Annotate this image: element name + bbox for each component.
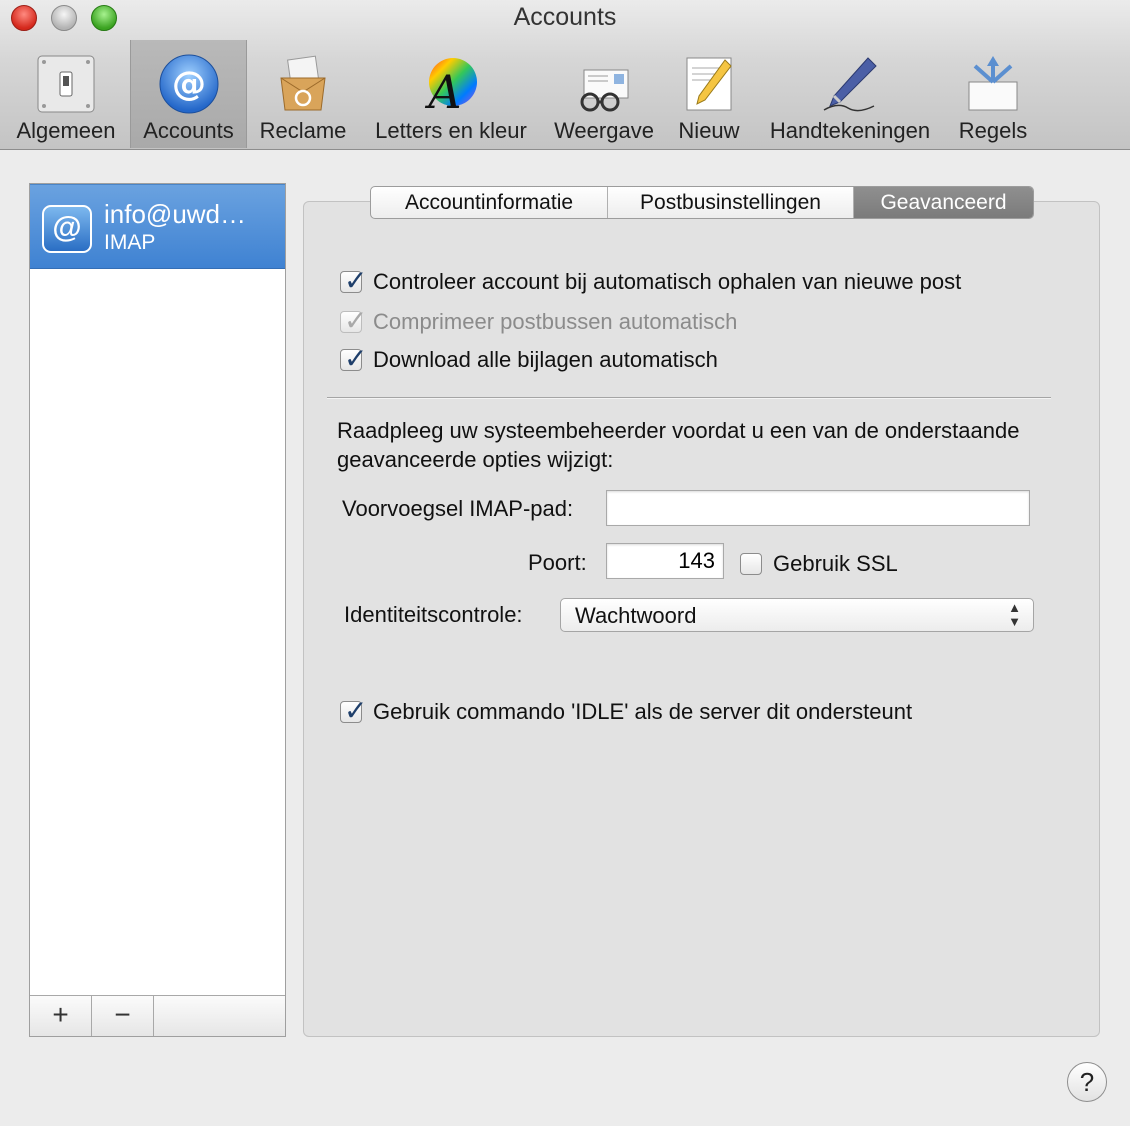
toolbar-item-accounts[interactable]: @ Accounts: [130, 40, 247, 148]
select-value: Wachtwoord: [575, 603, 697, 628]
svg-text:@: @: [172, 64, 206, 104]
toolbar-item-regels[interactable]: Regels: [950, 40, 1036, 148]
updown-arrows-icon: ▲ ▼: [1008, 600, 1021, 629]
window-title: Accounts: [513, 3, 617, 31]
download-attachments-option[interactable]: ✓ Download alle bijlagen automatisch: [340, 343, 718, 374]
toolbar-label: Handtekeningen: [769, 118, 931, 143]
checkbox[interactable]: [740, 553, 762, 575]
checkmark-icon: ✓: [344, 695, 368, 726]
at-sign-icon: @: [157, 52, 221, 116]
window-titlebar: Accounts Algemeen @ Accounts Reclame A L…: [0, 0, 1130, 150]
account-type: IMAP: [104, 231, 156, 254]
help-button[interactable]: ?: [1067, 1062, 1107, 1102]
option-label: Gebruik SSL: [773, 551, 898, 576]
separator: [327, 397, 1051, 399]
checkmark-icon: ✓: [344, 305, 368, 336]
use-ssl-option[interactable]: Gebruik SSL: [740, 551, 898, 577]
tab-postbusinstellingen[interactable]: Postbusinstellingen: [608, 187, 854, 218]
checkbox[interactable]: ✓: [340, 695, 367, 726]
toolbar-item-nieuw[interactable]: Nieuw: [668, 40, 750, 148]
checkmark-icon: ✓: [344, 265, 368, 296]
check-account-option[interactable]: ✓ Controleer account bij automatisch oph…: [340, 265, 962, 296]
account-list-item[interactable]: @ info@uwd… IMAP: [30, 184, 285, 269]
account-list-footer: + −: [30, 995, 285, 1036]
switch-icon: [34, 52, 98, 116]
at-sign-icon: @: [42, 205, 92, 253]
tab-bar: Accountinformatie Postbusinstellingen Ge…: [370, 186, 1034, 219]
toolbar-label: Letters en kleur: [375, 118, 527, 143]
checkbox[interactable]: ✓: [340, 265, 367, 296]
toolbar-item-algemeen[interactable]: Algemeen: [5, 40, 127, 148]
rules-arrows-icon: [961, 52, 1025, 116]
toolbar-item-letters-en-kleur[interactable]: A Letters en kleur: [362, 40, 540, 148]
toolbar-label: Weergave: [554, 118, 654, 143]
port-input[interactable]: [606, 543, 724, 579]
option-label: Controleer account bij automatisch ophal…: [373, 269, 962, 294]
compact-mailboxes-option: ✓ Comprimeer postbussen automatisch: [340, 305, 738, 336]
toolbar-label: Accounts: [143, 118, 234, 143]
toolbar-label: Algemeen: [16, 118, 116, 143]
option-label: Comprimeer postbussen automatisch: [373, 309, 738, 334]
toolbar-item-weergave[interactable]: Weergave: [548, 40, 660, 148]
use-idle-option[interactable]: ✓ Gebruik commando 'IDLE' als de server …: [340, 695, 913, 726]
remove-account-button[interactable]: −: [92, 996, 154, 1036]
junk-mail-icon: [271, 52, 335, 116]
toolbar-item-handtekeningen[interactable]: Handtekeningen: [758, 40, 942, 148]
checkbox: ✓: [340, 305, 367, 336]
authentication-label: Identiteitscontrole:: [344, 602, 523, 627]
imap-prefix-input[interactable]: [606, 490, 1030, 526]
account-name: info@uwd…: [104, 199, 247, 229]
authentication-select[interactable]: Wachtwoord ▲ ▼: [560, 598, 1034, 632]
option-label: Gebruik commando 'IDLE' als de server di…: [373, 699, 913, 724]
toolbar-item-reclame[interactable]: Reclame: [252, 40, 354, 148]
font-color-icon: A: [419, 52, 483, 119]
checkbox[interactable]: ✓: [340, 343, 367, 374]
option-label: Download alle bijlagen automatisch: [373, 347, 718, 372]
account-list[interactable]: @ info@uwd… IMAP + −: [29, 183, 286, 1037]
viewing-glasses-icon: [572, 52, 636, 116]
imap-prefix-label: Voorvoegsel IMAP-pad:: [342, 496, 574, 521]
port-label: Poort:: [528, 550, 587, 575]
add-account-button[interactable]: +: [30, 996, 92, 1036]
toolbar-label: Nieuw: [678, 118, 740, 143]
checkmark-icon: ✓: [344, 343, 368, 374]
toolbar-label: Regels: [958, 118, 1028, 143]
compose-pencil-icon: [677, 52, 741, 116]
toolbar-label: Reclame: [259, 118, 347, 143]
tab-geavanceerd[interactable]: Geavanceerd: [854, 187, 1033, 218]
svg-text:A: A: [424, 65, 461, 116]
advanced-notice: Raadpleeg uw systeembeheerder voordat u …: [337, 418, 1020, 472]
signature-pen-icon: [818, 52, 882, 116]
tab-accountinformatie[interactable]: Accountinformatie: [371, 187, 608, 218]
